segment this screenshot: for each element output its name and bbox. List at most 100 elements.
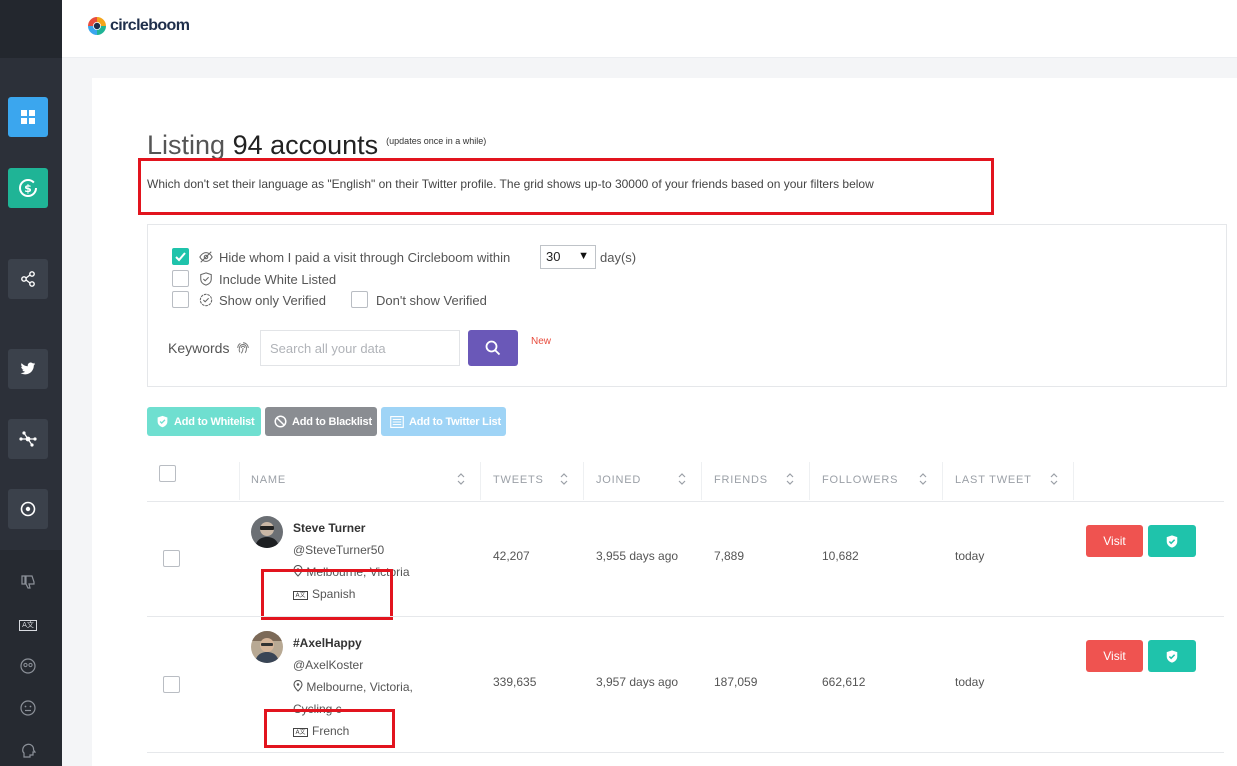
last-tweet-value: today bbox=[955, 675, 985, 689]
hide-visited-checkbox[interactable] bbox=[172, 248, 189, 265]
ban-icon bbox=[274, 415, 287, 428]
sort-icon[interactable] bbox=[785, 472, 795, 486]
shield-check-icon bbox=[157, 415, 168, 428]
col-header-last-tweet[interactable]: LAST TWEET bbox=[955, 474, 1032, 486]
svg-text:$: $ bbox=[24, 182, 32, 195]
friends-count: 187,059 bbox=[714, 675, 758, 689]
visit-button[interactable]: Visit bbox=[1086, 525, 1143, 557]
highlight-box-language bbox=[264, 709, 395, 748]
keyword-search-input[interactable] bbox=[260, 330, 460, 366]
add-to-twitter-list-label: Add to Twitter List bbox=[409, 415, 501, 428]
sort-icon[interactable] bbox=[677, 472, 687, 486]
brand-name: circleboom bbox=[110, 17, 190, 34]
select-all-checkbox[interactable] bbox=[159, 465, 176, 482]
sort-icon[interactable] bbox=[918, 472, 928, 486]
new-badge: New bbox=[531, 336, 552, 347]
column-divider bbox=[239, 462, 240, 500]
column-divider bbox=[480, 462, 481, 500]
search-button[interactable] bbox=[468, 330, 518, 366]
column-divider bbox=[942, 462, 943, 500]
map-pin-icon bbox=[293, 679, 303, 692]
highlight-box-subtitle bbox=[138, 158, 994, 215]
title-note: (updates once in a while) bbox=[386, 136, 487, 146]
highlight-box-language bbox=[261, 569, 393, 620]
profile-photo-icon bbox=[251, 516, 283, 548]
target-button[interactable] bbox=[8, 489, 48, 529]
shield-check-icon bbox=[200, 272, 212, 286]
only-verified-label: Show only Verified bbox=[219, 293, 326, 308]
col-header-name[interactable]: NAME bbox=[251, 474, 286, 486]
dashboard-button[interactable] bbox=[8, 97, 48, 137]
list-icon bbox=[390, 415, 404, 428]
row-divider bbox=[147, 752, 1224, 753]
sort-icon[interactable] bbox=[1049, 472, 1059, 486]
dollar-icon: $ bbox=[19, 179, 37, 197]
check-icon bbox=[175, 252, 186, 262]
filter-panel: Hide whom I paid a visit through Circleb… bbox=[147, 224, 1227, 387]
sidebar: $ A文 bbox=[0, 0, 62, 766]
sidebar-top bbox=[0, 0, 62, 58]
add-to-whitelist-button[interactable]: Add to Whitelist bbox=[147, 407, 261, 436]
col-header-joined[interactable]: JOINED bbox=[596, 474, 641, 486]
sort-icon[interactable] bbox=[456, 472, 466, 486]
table-header-divider bbox=[147, 501, 1224, 502]
whitelist-button[interactable] bbox=[1148, 640, 1196, 672]
followers-count: 662,612 bbox=[822, 675, 866, 689]
share-button[interactable] bbox=[8, 259, 48, 299]
sub-item-unfollow[interactable] bbox=[16, 570, 40, 594]
dropdown-arrow-icon: ▼ bbox=[578, 250, 589, 262]
col-header-followers[interactable]: FOLLOWERS bbox=[822, 474, 898, 486]
add-to-blacklist-button[interactable]: Add to Blacklist bbox=[265, 407, 377, 436]
dont-show-verified-label: Don't show Verified bbox=[376, 293, 487, 308]
joined-value: 3,957 days ago bbox=[596, 675, 679, 689]
sort-icon[interactable] bbox=[559, 472, 569, 486]
sub-item-face[interactable] bbox=[16, 696, 40, 720]
user-name[interactable]: #AxelHappy bbox=[293, 636, 362, 650]
days-value: 30 bbox=[546, 249, 561, 264]
friends-count: 7,889 bbox=[714, 549, 745, 563]
dashboard-icon bbox=[21, 110, 35, 124]
add-to-twitter-list-button[interactable]: Add to Twitter List bbox=[381, 407, 506, 436]
search-icon bbox=[485, 340, 501, 356]
head-icon bbox=[22, 743, 36, 758]
col-header-friends[interactable]: FRIENDS bbox=[714, 474, 768, 486]
row-checkbox[interactable] bbox=[163, 676, 180, 693]
user-name[interactable]: Steve Turner bbox=[293, 521, 365, 535]
row-checkbox[interactable] bbox=[163, 550, 180, 567]
title-count: 94 accounts bbox=[232, 130, 379, 160]
visit-button[interactable]: Visit bbox=[1086, 640, 1143, 672]
fingerprint-icon bbox=[237, 342, 250, 354]
sub-item-eyes[interactable] bbox=[16, 654, 40, 678]
days-select[interactable]: 30 ▼ bbox=[540, 245, 596, 269]
network-button[interactable] bbox=[8, 419, 48, 459]
include-whitelisted-label: Include White Listed bbox=[219, 272, 337, 287]
thumbs-down-icon bbox=[21, 575, 35, 589]
brand-logo[interactable]: circleboom bbox=[86, 15, 190, 37]
include-whitelisted-checkbox[interactable] bbox=[172, 270, 189, 287]
shield-check-icon bbox=[1166, 649, 1178, 663]
sub-item-head[interactable] bbox=[16, 738, 40, 762]
tweets-count: 339,635 bbox=[493, 675, 537, 689]
shield-check-icon bbox=[1166, 534, 1178, 548]
dont-show-verified-checkbox[interactable] bbox=[351, 291, 368, 308]
sub-item-language[interactable]: A文 bbox=[16, 613, 40, 637]
avatar[interactable] bbox=[251, 516, 283, 548]
twitter-icon bbox=[20, 362, 36, 375]
column-divider bbox=[1073, 462, 1074, 500]
face-icon bbox=[20, 700, 36, 716]
whitelist-button[interactable] bbox=[1148, 525, 1196, 557]
col-header-tweets[interactable]: TWEETS bbox=[493, 474, 544, 486]
add-to-blacklist-label: Add to Blacklist bbox=[292, 415, 372, 428]
only-verified-checkbox[interactable] bbox=[172, 291, 189, 308]
row-divider bbox=[147, 616, 1224, 617]
avatar[interactable] bbox=[251, 631, 283, 663]
user-handle: @SteveTurner50 bbox=[293, 543, 385, 557]
tweets-count: 42,207 bbox=[493, 549, 530, 563]
twitter-button[interactable] bbox=[8, 349, 48, 389]
add-to-whitelist-label: Add to Whitelist bbox=[174, 415, 255, 428]
eye-slash-icon bbox=[199, 251, 213, 263]
top-header: circleboom bbox=[62, 0, 1237, 58]
verified-badge-icon bbox=[199, 293, 213, 307]
billing-button[interactable]: $ bbox=[8, 168, 48, 208]
user-location-text: Melbourne, Victoria, bbox=[306, 680, 413, 694]
